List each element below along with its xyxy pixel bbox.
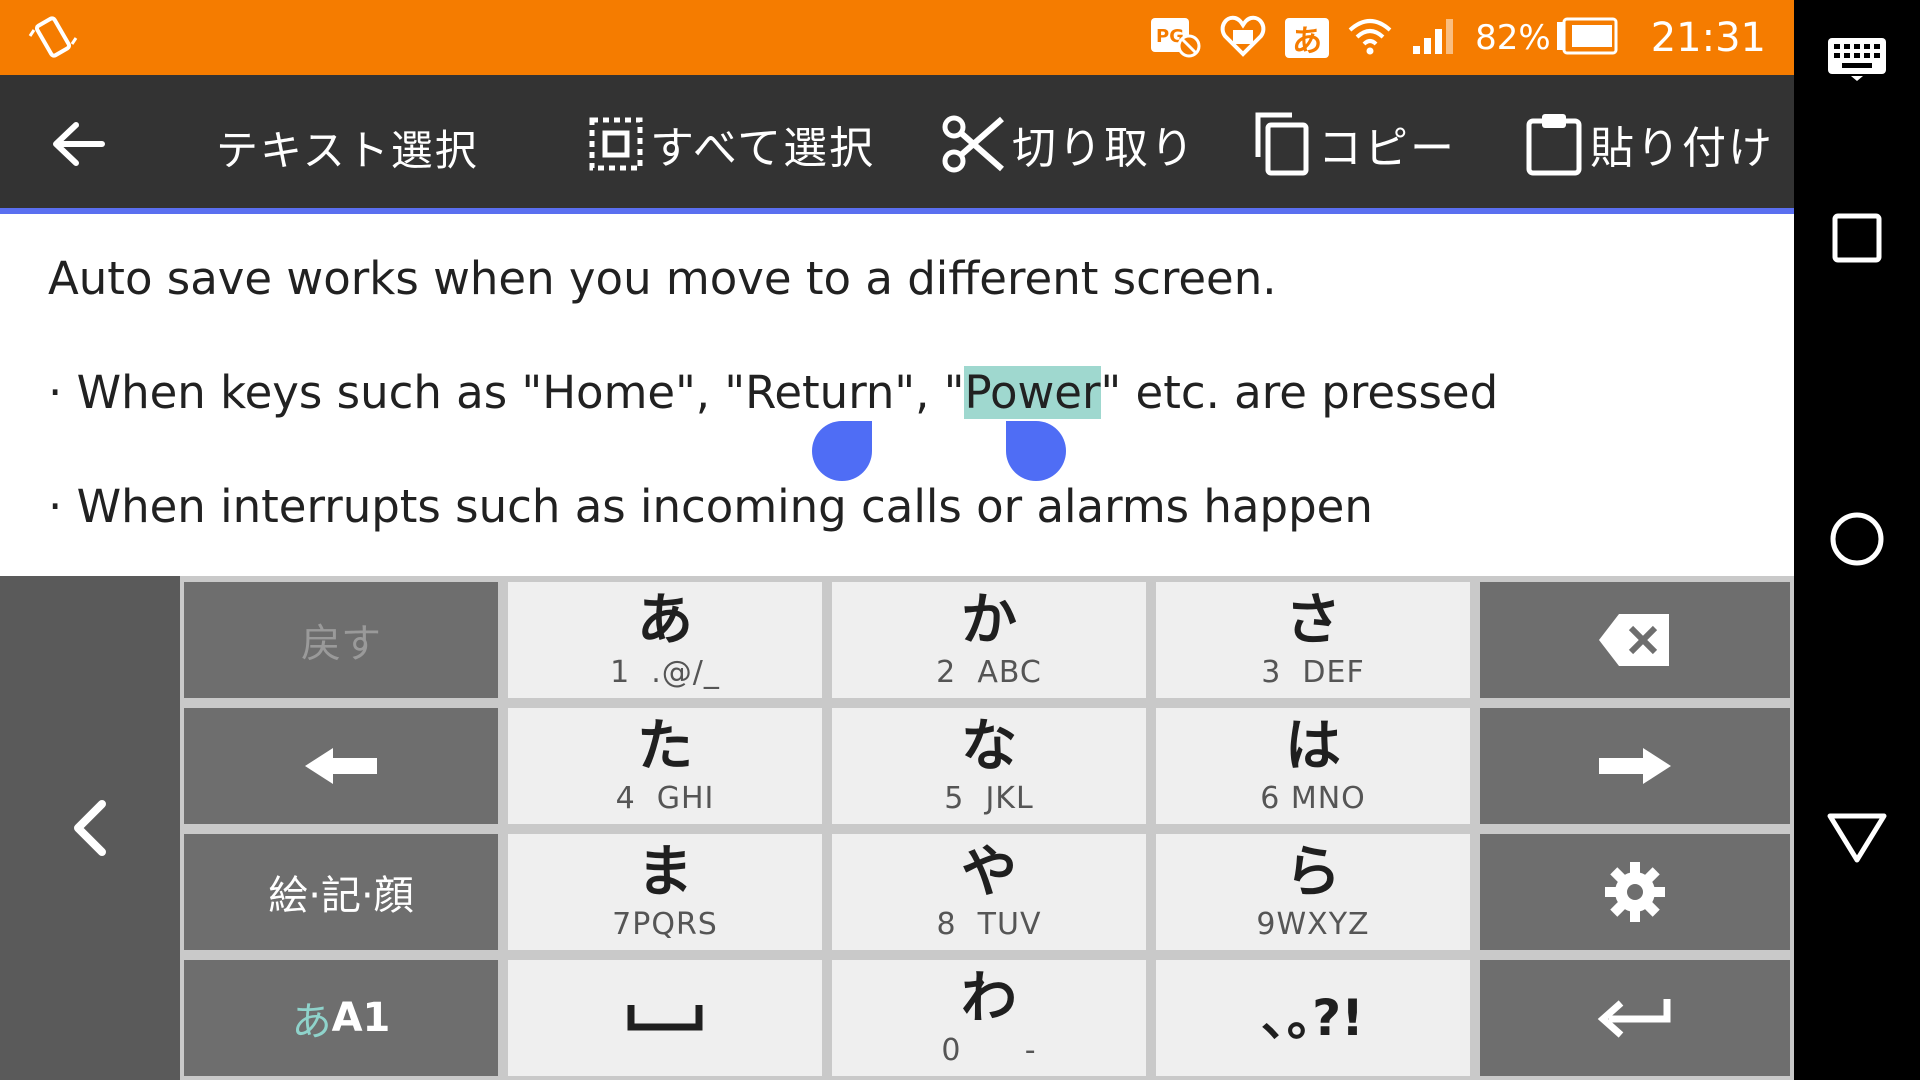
space-key[interactable] [508,960,822,1076]
enter-icon [1597,999,1671,1038]
key-ka-kana: か [961,587,1017,653]
key-wa-kana: わ [961,965,1017,1031]
input-mode-rest: A1 [331,995,391,1041]
punctuation-key[interactable]: ､｡?! [1156,960,1470,1076]
enter-key[interactable] [1480,960,1790,1076]
copy-button[interactable]: コピー [1252,111,1456,177]
key-ra-kana: ら [1285,839,1341,905]
wifi-icon [1347,16,1393,60]
keyboard-collapse-button[interactable] [0,576,180,1080]
arrow-left-icon [305,748,377,784]
emoji-symbol-key[interactable]: 絵·記·顔 [184,834,498,950]
back-arrow-icon[interactable] [50,119,106,169]
key-ha-sub: 6 MNO [1260,780,1366,816]
selection-start-handle[interactable] [812,421,872,481]
select-all-icon [589,117,643,171]
select-all-button[interactable]: すべて選択 [588,111,875,177]
back-icon[interactable] [1794,810,1920,866]
backspace-icon [1599,614,1669,666]
text-line-2[interactable]: · When keys such as "Home", "Return", "P… [48,366,1498,419]
text-content-area[interactable]: Auto save works when you move to a diffe… [0,214,1794,576]
select-all-label: すべて選択 [650,123,876,174]
key-a-kana: あ [637,587,693,653]
ime-hiragana-icon: あ [1285,17,1330,59]
ime-keyboard: 戻す 絵·記·顔 あ A1 あ 1 .@/_ か 2 ABC さ 3 DEF た… [0,576,1794,1080]
key-ma[interactable]: ま 7PQRS [508,834,822,950]
punctuation-label: ､｡?! [1262,989,1364,1047]
screen-rotate-icon [28,12,78,66]
cut-label: 切り取り [1012,123,1196,174]
emoji-symbol-label: 絵·記·顔 [268,873,414,919]
notification-app-icon: PG [1149,14,1201,62]
key-ma-sub: 7PQRS [612,906,718,942]
navigation-bar [1794,0,1920,1080]
input-mode-key[interactable]: あ A1 [184,960,498,1076]
key-na[interactable]: な 5 JKL [832,708,1146,824]
key-ha-kana: は [1285,713,1341,779]
heart-mail-icon [1219,12,1267,64]
key-a[interactable]: あ 1 .@/_ [508,582,822,698]
text-line-2-after: " etc. are pressed [1100,366,1499,419]
key-ta-kana: た [637,713,693,779]
paste-button[interactable]: 貼り付け [1524,111,1774,177]
arrow-right-icon [1599,748,1671,784]
toolbar-title: テキスト選択 [216,126,479,175]
key-ta-sub: 4 GHI [615,780,715,816]
undo-key[interactable]: 戻す [184,582,498,698]
selected-text[interactable]: Power [964,366,1101,419]
clipboard-icon [1526,114,1582,176]
home-icon[interactable] [1794,510,1920,568]
battery-percent: 82% [1475,17,1551,58]
key-sa-kana: さ [1285,587,1341,653]
keyboard-icon[interactable] [1794,36,1920,82]
status-bar: PG あ 82% 21:31 [0,0,1794,75]
scissors-icon [942,115,1004,173]
clock: 21:31 [1650,14,1766,61]
key-sa-sub: 3 DEF [1261,654,1365,690]
key-ra-sub: 9WXYZ [1256,906,1370,942]
key-ma-kana: ま [637,839,693,905]
chevron-left-icon [74,800,106,856]
key-ya[interactable]: や 8 TUV [832,834,1146,950]
undo-label: 戻す [301,621,381,667]
key-sa[interactable]: さ 3 DEF [1156,582,1470,698]
settings-key[interactable] [1480,834,1790,950]
key-a-sub: 1 .@/_ [610,654,720,690]
key-wa[interactable]: わ 0 - [832,960,1146,1076]
key-ka-sub: 2 ABC [936,654,1042,690]
key-na-kana: な [961,713,1017,779]
copy-label: コピー [1318,123,1456,174]
copy-icon [1255,112,1309,176]
backspace-key[interactable] [1480,582,1790,698]
key-ya-sub: 8 TUV [936,906,1042,942]
text-line-1[interactable]: Auto save works when you move to a diffe… [48,252,1277,305]
input-mode-kana: あ [291,999,332,1045]
recents-icon[interactable] [1794,212,1920,264]
text-selection-toolbar: テキスト選択 すべて選択 切り取り コピー 貼り付け [0,75,1794,214]
cut-button[interactable]: 切り取り [940,111,1196,177]
selection-end-handle[interactable] [1006,421,1066,481]
battery-icon [1555,16,1619,60]
paste-label: 貼り付け [1590,123,1774,174]
space-icon [627,1005,703,1031]
text-line-3[interactable]: · When interrupts such as incoming calls… [48,480,1373,533]
key-ya-kana: や [961,839,1017,905]
signal-icon [1411,16,1457,60]
gear-icon [1605,862,1665,922]
key-na-sub: 5 JKL [944,780,1034,816]
cursor-left-key[interactable] [184,708,498,824]
key-ta[interactable]: た 4 GHI [508,708,822,824]
cursor-right-key[interactable] [1480,708,1790,824]
key-ra[interactable]: ら 9WXYZ [1156,834,1470,950]
key-ha[interactable]: は 6 MNO [1156,708,1470,824]
key-wa-sub: 0 - [941,1032,1037,1068]
text-line-2-before: · When keys such as "Home", "Return", " [48,366,965,419]
key-ka[interactable]: か 2 ABC [832,582,1146,698]
